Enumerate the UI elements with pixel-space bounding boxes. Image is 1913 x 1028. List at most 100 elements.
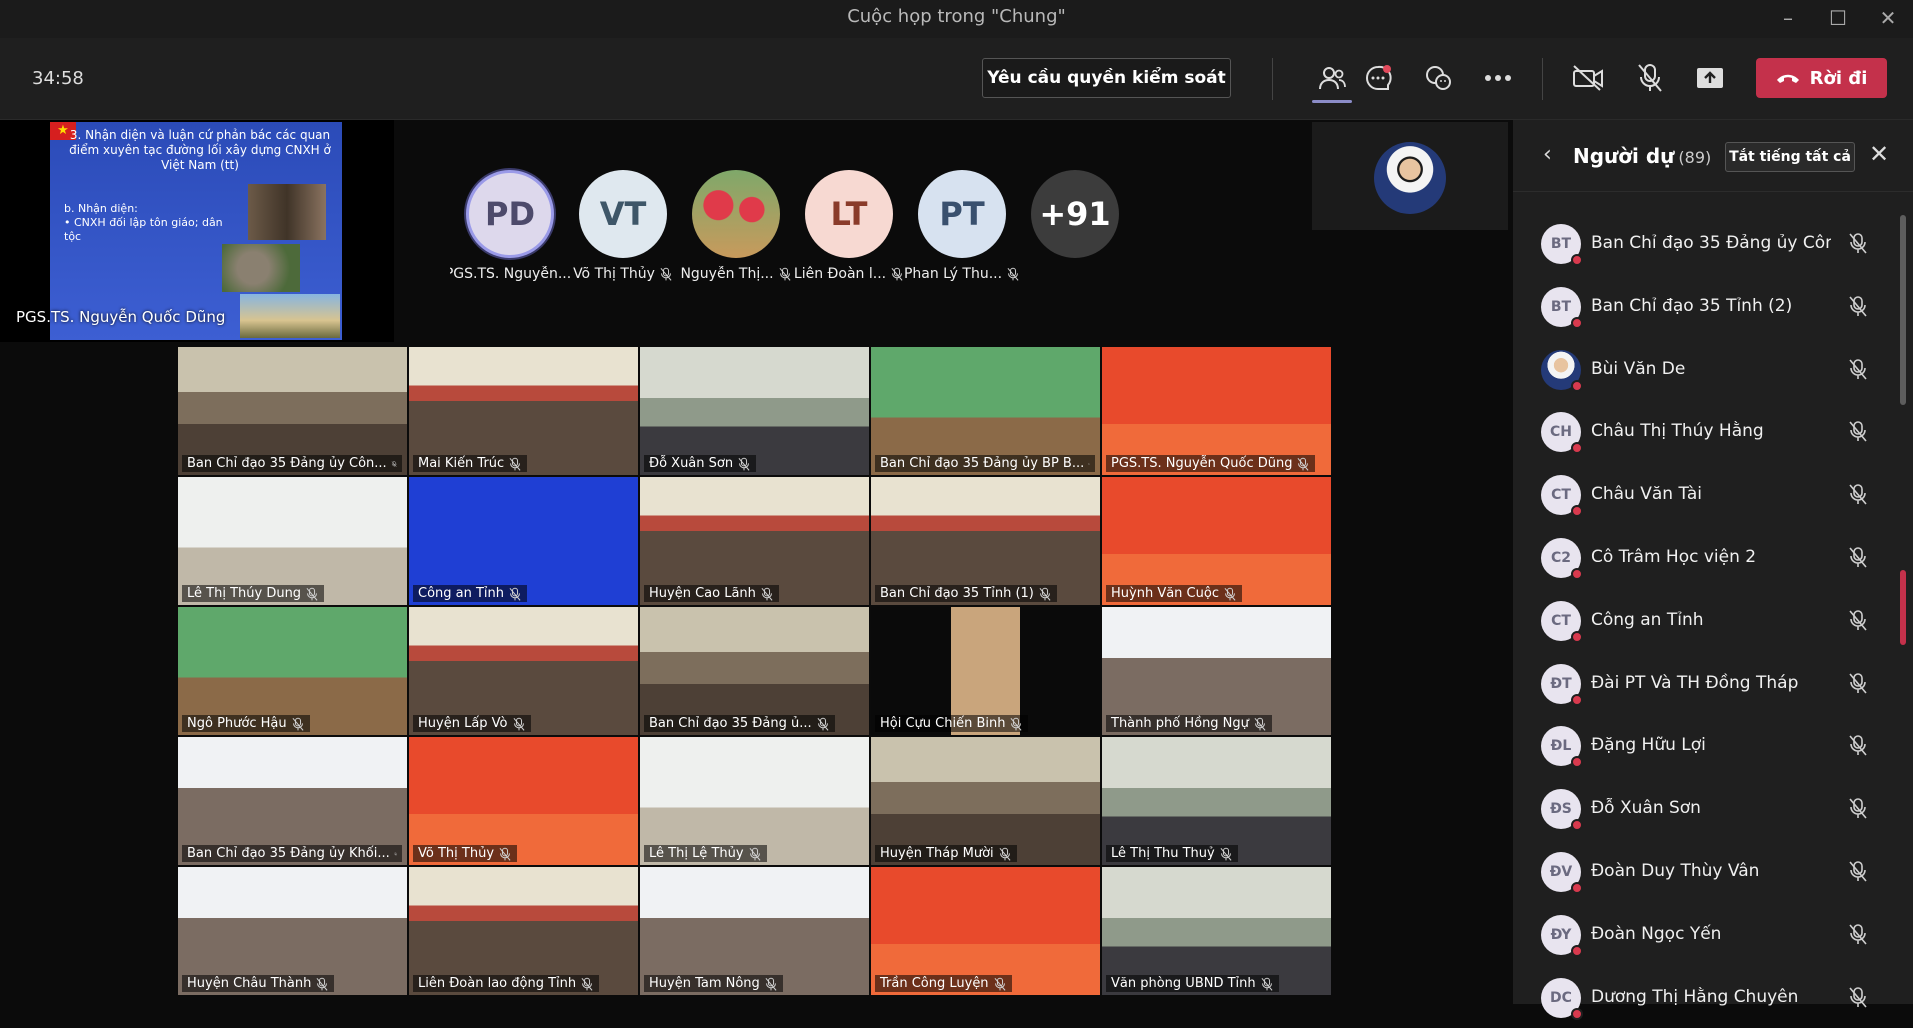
participant-row[interactable]: BT Ban Chỉ đạo 35 Đảng ủy Côn... <box>1513 212 1913 275</box>
mic-off-icon[interactable] <box>1847 295 1869 317</box>
video-tile[interactable]: Ban Chỉ đạo 35 Đảng ủy BP B... <box>871 347 1100 475</box>
video-tile[interactable]: Huyện Cao Lãnh <box>640 477 869 605</box>
back-chevron-icon[interactable]: ‹ <box>1543 142 1552 167</box>
participant-row[interactable]: C2 Cô Trâm Học viện 2 <box>1513 526 1913 589</box>
mic-off-icon[interactable] <box>1847 672 1869 694</box>
video-tile[interactable]: Huyện Tháp Mười <box>871 737 1100 865</box>
participant-initials: ĐL <box>1550 738 1572 755</box>
participant-name: Châu Thị Thúy Hằng <box>1591 421 1764 442</box>
participant-row[interactable]: Bùi Văn De <box>1513 338 1913 401</box>
participant-count: (89) <box>1678 148 1712 167</box>
participant-row[interactable]: ĐY Đoàn Ngọc Yến <box>1513 903 1913 966</box>
video-tile[interactable]: Đỗ Xuân Sơn <box>640 347 869 475</box>
mic-off-icon[interactable] <box>1847 923 1869 945</box>
participant-avatar: C2 <box>1541 537 1583 580</box>
mic-off-icon[interactable] <box>1847 860 1869 882</box>
participant-row[interactable]: CT Công an Tỉnh <box>1513 589 1913 652</box>
people-icon[interactable] <box>1312 60 1352 96</box>
participant-row[interactable]: ĐV Đoàn Duy Thùy Vân <box>1513 840 1913 903</box>
video-tile[interactable]: Lê Thị Thu Thuỷ <box>1102 737 1331 865</box>
avatar-tile[interactable]: PT Phan Lý Thu... <box>902 170 1022 282</box>
tile-name: Võ Thị Thủy <box>418 846 495 861</box>
tile-name: Huyện Cao Lãnh <box>649 586 756 601</box>
video-tile[interactable]: Huyện Lấp Vò <box>409 607 638 735</box>
mic-off-icon[interactable] <box>1847 546 1869 568</box>
minimize-icon[interactable]: – <box>1770 4 1806 32</box>
mic-off-icon[interactable] <box>1847 797 1869 819</box>
mic-off-icon <box>998 847 1012 861</box>
camera-off-icon[interactable] <box>1568 60 1608 96</box>
video-tile[interactable]: Trần Công Luyện <box>871 867 1100 995</box>
self-video[interactable] <box>1312 122 1508 230</box>
video-tile[interactable]: Ban Chỉ đạo 35 Đảng ủy Khối... <box>178 737 407 865</box>
participant-name: Đoàn Ngọc Yến <box>1591 923 1722 944</box>
video-tile[interactable]: Ban Chỉ đạo 35 Tỉnh (1) <box>871 477 1100 605</box>
mic-off-icon[interactable] <box>1847 232 1869 254</box>
mic-off-icon[interactable] <box>1847 483 1869 505</box>
avatar-caption: Liên Đoàn l... <box>789 266 909 282</box>
avatar-tile[interactable]: VT Võ Thị Thủy <box>563 170 683 282</box>
avatar-tile[interactable]: +91 <box>1015 170 1135 258</box>
video-tile[interactable]: Huyện Tam Nông <box>640 867 869 995</box>
video-tile[interactable]: Huỳnh Văn Cuộc <box>1102 477 1331 605</box>
close-panel-icon[interactable]: ✕ <box>1869 140 1889 168</box>
participant-initials: CT <box>1551 612 1571 629</box>
participant-row[interactable]: ĐL Đặng Hữu Lợi <box>1513 714 1913 777</box>
video-tile[interactable]: Lê Thị Lệ Thủy <box>640 737 869 865</box>
chat-icon[interactable] <box>1358 60 1398 96</box>
mic-off-icon[interactable] <box>1847 420 1869 442</box>
video-tile[interactable]: Ban Chỉ đạo 35 Đảng ủ... <box>640 607 869 735</box>
video-tile[interactable]: Ngô Phước Hậu <box>178 607 407 735</box>
share-icon[interactable] <box>1690 60 1730 96</box>
tile-name: Công an Tỉnh <box>418 586 505 601</box>
participant-name: Đỗ Xuân Sơn <box>1591 798 1701 819</box>
status-dot <box>1571 881 1583 894</box>
video-tile[interactable]: Hội Cựu Chiến Binh <box>871 607 1100 735</box>
tile-label: Ban Chỉ đạo 35 Đảng ủy BP B... <box>875 455 1095 472</box>
tile-label: Văn phòng UBND Tỉnh <box>1106 975 1279 992</box>
participant-row[interactable]: DC Dương Thị Hằng Chuyên <box>1513 966 1913 1028</box>
mic-off-icon[interactable] <box>1847 986 1869 1008</box>
participant-initials: CT <box>1551 487 1571 504</box>
tile-name: Hội Cựu Chiến Binh <box>880 716 1006 731</box>
video-tile[interactable]: Võ Thị Thủy <box>409 737 638 865</box>
shared-slide[interactable]: ★ 3. Nhận diện và luận cứ phản bác các q… <box>0 120 394 342</box>
mic-off-icon[interactable] <box>1847 358 1869 380</box>
video-tile[interactable]: Thành phố Hồng Ngự <box>1102 607 1331 735</box>
scroll-position-indicator[interactable] <box>1900 570 1906 645</box>
participant-row[interactable]: BT Ban Chỉ đạo 35 Tỉnh (2) <box>1513 275 1913 338</box>
video-tile[interactable]: PGS.TS. Nguyễn Quốc Dũng <box>1102 347 1331 475</box>
more-icon[interactable] <box>1478 60 1518 96</box>
video-tile[interactable]: Mai Kiến Trúc <box>409 347 638 475</box>
video-tile[interactable]: Huyện Châu Thành <box>178 867 407 995</box>
video-tile[interactable]: Liên Đoàn lao động Tỉnh <box>409 867 638 995</box>
phone-icon <box>1776 74 1799 83</box>
mic-off-icon[interactable] <box>1847 609 1869 631</box>
participant-avatar: CH <box>1541 412 1583 455</box>
request-control-button[interactable]: Yêu cầu quyền kiểm soát <box>982 58 1231 98</box>
avatar-tile[interactable]: LT Liên Đoàn l... <box>789 170 909 282</box>
maximize-icon[interactable]: ☐ <box>1820 4 1856 32</box>
close-window-icon[interactable]: ✕ <box>1870 4 1906 32</box>
participant-row[interactable]: CH Châu Thị Thúy Hằng <box>1513 400 1913 463</box>
participant-row[interactable]: ĐS Đỗ Xuân Sơn <box>1513 777 1913 840</box>
mute-all-button[interactable]: Tắt tiếng tất cả <box>1725 142 1855 172</box>
mic-off-icon[interactable] <box>1630 60 1670 96</box>
video-tile[interactable]: Ban Chỉ đạo 35 Đảng ủy Côn... <box>178 347 407 475</box>
participant-avatar: ĐL <box>1541 726 1583 769</box>
participants-panel: ‹ Người dự (89) Tắt tiếng tất cả ✕ BT Ban … <box>1513 120 1913 1020</box>
avatar-tile[interactable]: PD PGS.TS. Nguyễn... <box>450 170 570 282</box>
reactions-icon[interactable] <box>1418 60 1458 96</box>
participant-scrollbar[interactable] <box>1900 215 1906 405</box>
video-tile[interactable]: Công an Tỉnh <box>409 477 638 605</box>
tile-label: Ngô Phước Hậu <box>182 715 310 732</box>
mic-off-icon[interactable] <box>1847 734 1869 756</box>
video-tile[interactable]: Văn phòng UBND Tỉnh <box>1102 867 1331 995</box>
avatar-tile[interactable]: Nguyễn Thị... <box>676 170 796 282</box>
participant-name: Ban Chỉ đạo 35 Tỉnh (2) <box>1591 295 1793 316</box>
video-tile[interactable]: Lê Thị Thúy Dung <box>178 477 407 605</box>
participant-row[interactable]: CT Châu Văn Tài <box>1513 463 1913 526</box>
participant-row[interactable]: ĐT Đài PT Và TH Đồng Tháp <box>1513 652 1913 715</box>
active-tab-indicator <box>1312 100 1352 103</box>
leave-button[interactable]: Rời đi <box>1756 58 1887 98</box>
